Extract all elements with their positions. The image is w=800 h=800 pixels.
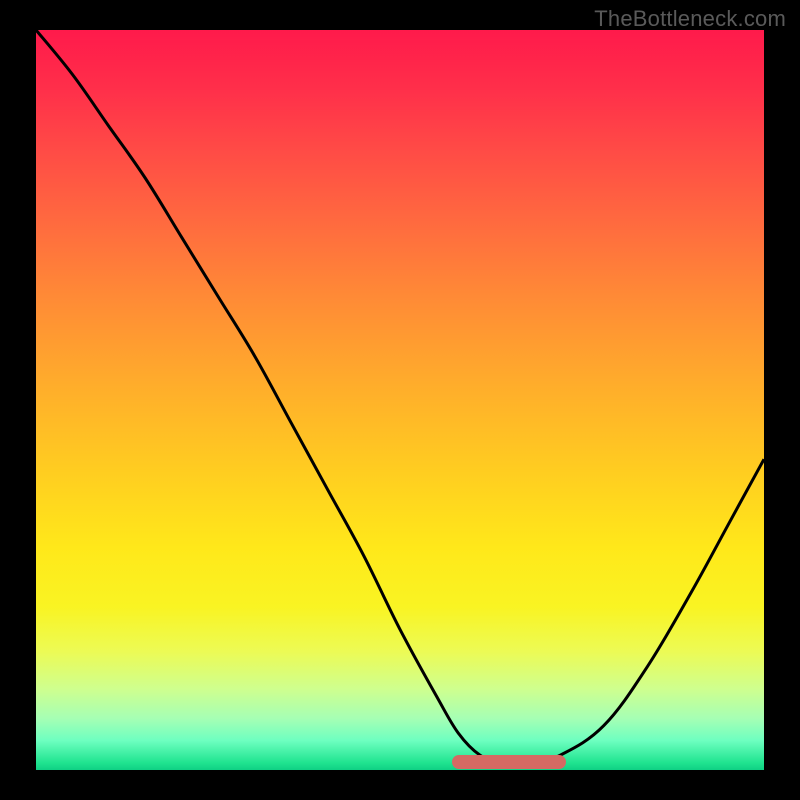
- chart-frame: TheBottleneck.com: [0, 0, 800, 800]
- watermark-text: TheBottleneck.com: [594, 6, 786, 32]
- bottleneck-curve: [36, 30, 764, 770]
- plot-area: [36, 30, 764, 770]
- curve-path: [36, 30, 764, 764]
- optimal-range-marker: [452, 755, 566, 769]
